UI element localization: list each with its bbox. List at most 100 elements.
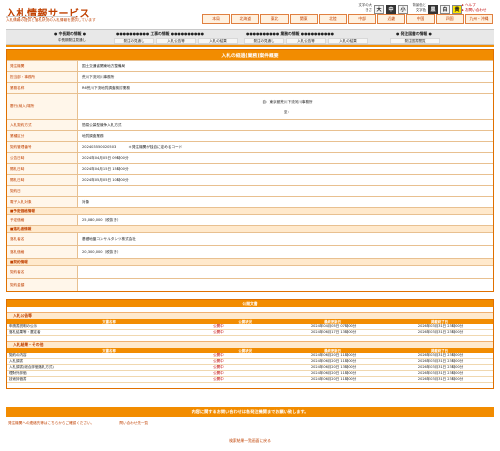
detail-row: 契約管理番号 202403550020503 ＊発注機関が独自に定めるコード — [7, 141, 493, 152]
row-key: 電子入札対象 — [7, 197, 77, 207]
row-key: 公告日時 — [7, 153, 77, 163]
region-tab[interactable]: 本局 — [202, 14, 231, 24]
contact-info-link[interactable]: 発注機関への連絡先等はこちらからご確認ください。 — [8, 421, 94, 425]
nav-link-midterm[interactable]: 中長期発注見通し — [42, 38, 102, 44]
detail-row: 業種区分 地質調査業務 — [7, 130, 493, 141]
row-value: 対象 — [77, 197, 493, 207]
row-value-multi: 自：東京都荒川下流河川事務所 至： — [77, 94, 493, 119]
region-tab[interactable]: 中部 — [348, 14, 377, 24]
row-key: 開札日時 — [7, 164, 77, 174]
inquiry-notice: 内容に関するお問い合わせは各発注機関までお願い致します。 — [6, 407, 494, 417]
row-key: 契約日 — [7, 186, 77, 196]
doc-name-link[interactable]: 技術評価書 — [7, 376, 212, 383]
doc-name-link[interactable]: 落札結果等・選定者 — [7, 329, 212, 336]
documents-group-title: 入札結果・その他 — [7, 341, 493, 348]
detail-row: 契約者名 — [7, 265, 493, 278]
row-key: 契約金額 — [7, 279, 77, 291]
contrast-black-button[interactable]: 黒 — [428, 5, 438, 14]
inquiry-link[interactable]: ▸ お問い合わせ — [462, 8, 492, 13]
font-medium-button[interactable]: 中 — [386, 5, 396, 14]
region-tab[interactable]: 関東 — [289, 14, 318, 24]
contrast-yellow-button[interactable]: 黄 — [452, 5, 462, 14]
row-value: 20,300,000（税抜き） — [77, 246, 493, 258]
row-value: 基礎地盤コンサルタンツ株式会社 — [77, 233, 493, 245]
detail-row: 落札者名 基礎地盤コンサルタンツ株式会社 — [7, 232, 493, 245]
section-winner: ■落札者情報 — [7, 225, 493, 232]
doc-end: 2026年03月31日 23時00分 — [386, 329, 493, 336]
help-label[interactable]: ヘルプ — [465, 3, 476, 7]
row-key: 予定価格 — [7, 215, 77, 225]
contrast-label: 背景色と文字色 — [412, 3, 426, 12]
row-value: 202403550020503 ＊発注機関が独自に定めるコード — [77, 142, 493, 152]
nav-group-title: ● 発注図書の情報 ● — [396, 31, 432, 36]
nav-divider — [6, 45, 494, 47]
row-value: 2024年05月05日 10時00分 — [77, 175, 493, 185]
row-value: R6荒川下流地質調査検討業務 — [77, 83, 493, 93]
table-row[interactable]: 技術評価書 公開中 2024年06月20日 11時00分 2026年03月31日… — [7, 376, 493, 383]
row-value: 25,080,000（税抜き） — [77, 215, 493, 225]
region-tab[interactable]: 北海道 — [231, 14, 260, 24]
contrast-white-button[interactable]: 白 — [440, 5, 450, 14]
nav-link-works-result[interactable]: 入札の結果 — [198, 38, 238, 44]
title-divider — [6, 16, 76, 17]
nav-link-services-notice[interactable]: 入札公告等 — [286, 38, 326, 44]
region-tab[interactable]: 近畿 — [377, 14, 406, 24]
region-tab[interactable]: 中国 — [406, 14, 435, 24]
row-value — [77, 279, 493, 291]
font-large-button[interactable]: 大 — [374, 5, 384, 14]
nav-link-works-outlook[interactable]: 発注の見通し — [114, 38, 154, 44]
detail-row: 入札契約方式 簡易公募型競争入札方式 — [7, 119, 493, 130]
inquiry-label[interactable]: お問い合わせ — [465, 8, 487, 12]
location-from: 自：東京都荒川下流河川事務所 — [262, 99, 313, 104]
doc-updated: 2024年06月20日 11時00分 — [279, 376, 387, 383]
row-key: 担当部・事務所 — [7, 72, 77, 82]
section-price: ■予定価格情報 — [7, 207, 493, 214]
documents-table-notice: 文書名称 公開状況 最終更新日 掲載終了日 申請書説明の公示 公開中 2024年… — [7, 319, 493, 336]
row-value: 荒川下流河川事務所 — [77, 72, 493, 82]
doc-updated: 2024年06月17日 13時00分 — [279, 329, 387, 336]
documents-heading: 公開文書 — [7, 300, 493, 307]
row-key: 履行(納入)場所 — [7, 94, 77, 119]
detail-row: 落札価格 20,300,000（税抜き） — [7, 245, 493, 258]
section-contract: ■契約情報 — [7, 258, 493, 265]
row-key: 入札契約方式 — [7, 120, 77, 130]
nav-link-works-notice[interactable]: 入札公告等 — [156, 38, 196, 44]
row-value — [77, 266, 493, 278]
location-to: 至： — [283, 109, 292, 114]
row-key: 業務名称 — [7, 83, 77, 93]
region-tab[interactable]: 北陸 — [318, 14, 348, 24]
row-key: 開札日時 — [7, 175, 77, 185]
row-value: 2024年04月05日 09時00分 — [77, 153, 493, 163]
detail-row: 開札日時 2024年05月05日 10時00分 — [7, 174, 493, 185]
doc-end: 2026年03月31日 23時00分 — [386, 376, 493, 383]
row-value: 2024年04月15日 15時00分 — [77, 164, 493, 174]
nav-link-services-result[interactable]: 入札の結果 — [328, 38, 368, 44]
table-row[interactable]: 落札結果等・選定者 公開中 2024年06月17日 13時00分 2026年03… — [7, 329, 493, 336]
detail-row: 業務名称 R6荒川下流地質調査検討業務 — [7, 82, 493, 93]
detail-row: 電子入札対象 対象 — [7, 196, 493, 207]
region-tabs: 本局 北海道 東北 関東 北陸 中部 近畿 中国 四国 九州・沖縄 — [202, 14, 494, 24]
detail-row: 担当部・事務所 荒川下流河川事務所 — [7, 71, 493, 82]
region-tab[interactable]: 九州・沖縄 — [464, 14, 494, 24]
inquiry-list-link[interactable]: 問い合わせ先一覧 — [119, 421, 148, 425]
doc-status: 公開中 — [211, 329, 280, 336]
back-to-results-link[interactable]: 検索結果一覧画面に戻る — [0, 438, 500, 444]
nav-group-title: ●●●●●●●●●● 工事の情報 ●●●●●●●●●● — [116, 31, 204, 36]
detail-row: 契約金額 — [7, 278, 493, 291]
nav-link-docs[interactable]: 発注図書閲覧 — [390, 38, 440, 44]
region-tab[interactable]: 四国 — [435, 14, 464, 24]
detail-row: 履行(納入)場所 自：東京都荒川下流河川事務所 至： — [7, 93, 493, 119]
font-small-button[interactable]: 小 — [398, 5, 408, 14]
main-nav: ● 中長期の情報 ● 中長期発注見通し ●●●●●●●●●● 工事の情報 ●●●… — [6, 29, 494, 45]
row-key: 落札価格 — [7, 246, 77, 258]
detail-row: 予定価格 25,080,000（税抜き） — [7, 214, 493, 225]
documents-panel: 公開文書 入札公告等 文書名称 公開状況 最終更新日 掲載終了日 申請書説明の公… — [6, 299, 494, 389]
detail-panel: 入札の経過(業務)案件概要 発注機関 国土交通省関東地方整備局 担当部・事務所 荒川… — [6, 49, 494, 292]
doc-status: 公開中 — [211, 376, 280, 383]
nav-link-services-outlook[interactable]: 発注の見通し — [244, 38, 284, 44]
region-tab[interactable]: 東北 — [260, 14, 289, 24]
contract-number: 202403550020503 — [82, 145, 117, 149]
site-subtitle: 入札情報の提供と落札状況の入札情報を提供しています — [6, 18, 96, 22]
row-value: 地質調査業務 — [77, 131, 493, 141]
